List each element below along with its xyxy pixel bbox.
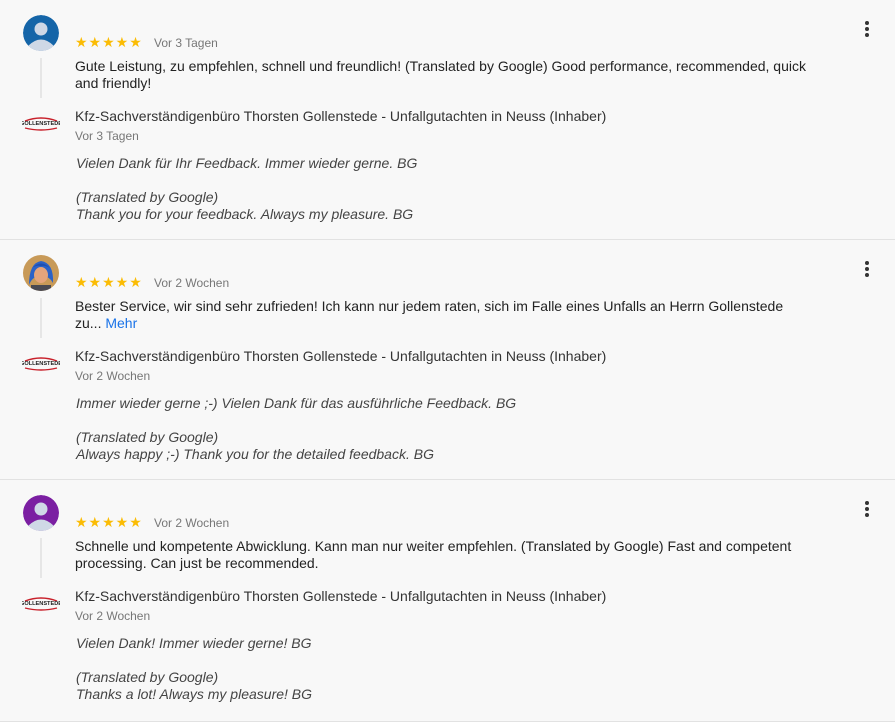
more-link[interactable]: Mehr	[105, 315, 137, 331]
review-body: Gute Leistung, zu empfehlen, schnell und…	[75, 58, 806, 91]
review-text: Bester Service, wir sind sehr zufrieden!…	[75, 298, 810, 332]
more-options-icon[interactable]	[860, 260, 874, 280]
owner-reply: Immer wieder gerne ;-) Vielen Dank für d…	[76, 395, 796, 463]
svg-text:GOLLENSTEDE: GOLLENSTEDE	[22, 361, 60, 367]
owner-reply-text: Vielen Dank! Immer wieder gerne! BG	[76, 635, 312, 651]
owner-reply-translation-label: (Translated by Google)	[76, 429, 219, 445]
owner-reply-translation: Thank you for your feedback. Always my p…	[76, 206, 414, 222]
review-list: ★★★★★ Vor 3 Tagen Gute Leistung, zu empf…	[0, 0, 895, 722]
thread-line	[40, 58, 42, 98]
review-date: Vor 2 Wochen	[154, 276, 230, 290]
avatar[interactable]	[23, 495, 59, 531]
owner-name: Kfz-Sachverständigenbüro Thorsten Gollen…	[75, 108, 607, 124]
owner-reply-date: Vor 3 Tagen	[75, 129, 139, 143]
owner-reply-translation-label: (Translated by Google)	[76, 669, 219, 685]
review-card: ★★★★★ Vor 3 Tagen Gute Leistung, zu empf…	[0, 0, 895, 240]
owner-reply-translation-label: (Translated by Google)	[76, 189, 219, 205]
owner-name: Kfz-Sachverständigenbüro Thorsten Gollen…	[75, 348, 607, 364]
review-date: Vor 3 Tagen	[154, 36, 218, 50]
review-text: Schnelle und kompetente Abwicklung. Kann…	[75, 538, 810, 572]
avatar[interactable]	[23, 15, 59, 51]
review-date: Vor 2 Wochen	[154, 516, 230, 530]
owner-reply-date: Vor 2 Wochen	[75, 609, 151, 623]
owner-reply-date: Vor 2 Wochen	[75, 369, 151, 383]
more-options-icon[interactable]	[860, 20, 874, 40]
svg-text:GOLLENSTEDE: GOLLENSTEDE	[22, 601, 60, 607]
svg-text:GOLLENSTEDE: GOLLENSTEDE	[22, 121, 60, 127]
review-card: ★★★★★ Vor 2 Wochen Bester Service, wir s…	[0, 240, 895, 480]
thread-line	[40, 538, 42, 578]
review-text: Gute Leistung, zu empfehlen, schnell und…	[75, 58, 810, 92]
owner-logo: GOLLENSTEDE	[20, 595, 62, 613]
owner-reply-translation: Always happy ;-) Thank you for the detai…	[76, 446, 434, 462]
star-rating: ★★★★★	[75, 514, 143, 530]
owner-reply: Vielen Dank! Immer wieder gerne! BG (Tra…	[76, 635, 796, 703]
review-card: ★★★★★ Vor 2 Wochen Schnelle und kompeten…	[0, 480, 895, 722]
review-body: Schnelle und kompetente Abwicklung. Kann…	[75, 538, 792, 571]
review-body: Bester Service, wir sind sehr zufrieden!…	[75, 298, 784, 331]
owner-logo: GOLLENSTEDE	[20, 355, 62, 373]
star-rating: ★★★★★	[75, 274, 143, 290]
thread-line	[40, 298, 42, 338]
more-options-icon[interactable]	[860, 500, 874, 520]
owner-name: Kfz-Sachverständigenbüro Thorsten Gollen…	[75, 588, 607, 604]
owner-logo: GOLLENSTEDE	[20, 115, 62, 133]
owner-reply-translation: Thanks a lot! Always my pleasure! BG	[76, 686, 313, 702]
owner-reply-text: Immer wieder gerne ;-) Vielen Dank für d…	[76, 395, 517, 411]
avatar[interactable]	[23, 255, 59, 291]
star-rating: ★★★★★	[75, 34, 143, 50]
owner-reply: Vielen Dank für Ihr Feedback. Immer wied…	[76, 155, 796, 223]
owner-reply-text: Vielen Dank für Ihr Feedback. Immer wied…	[76, 155, 418, 171]
